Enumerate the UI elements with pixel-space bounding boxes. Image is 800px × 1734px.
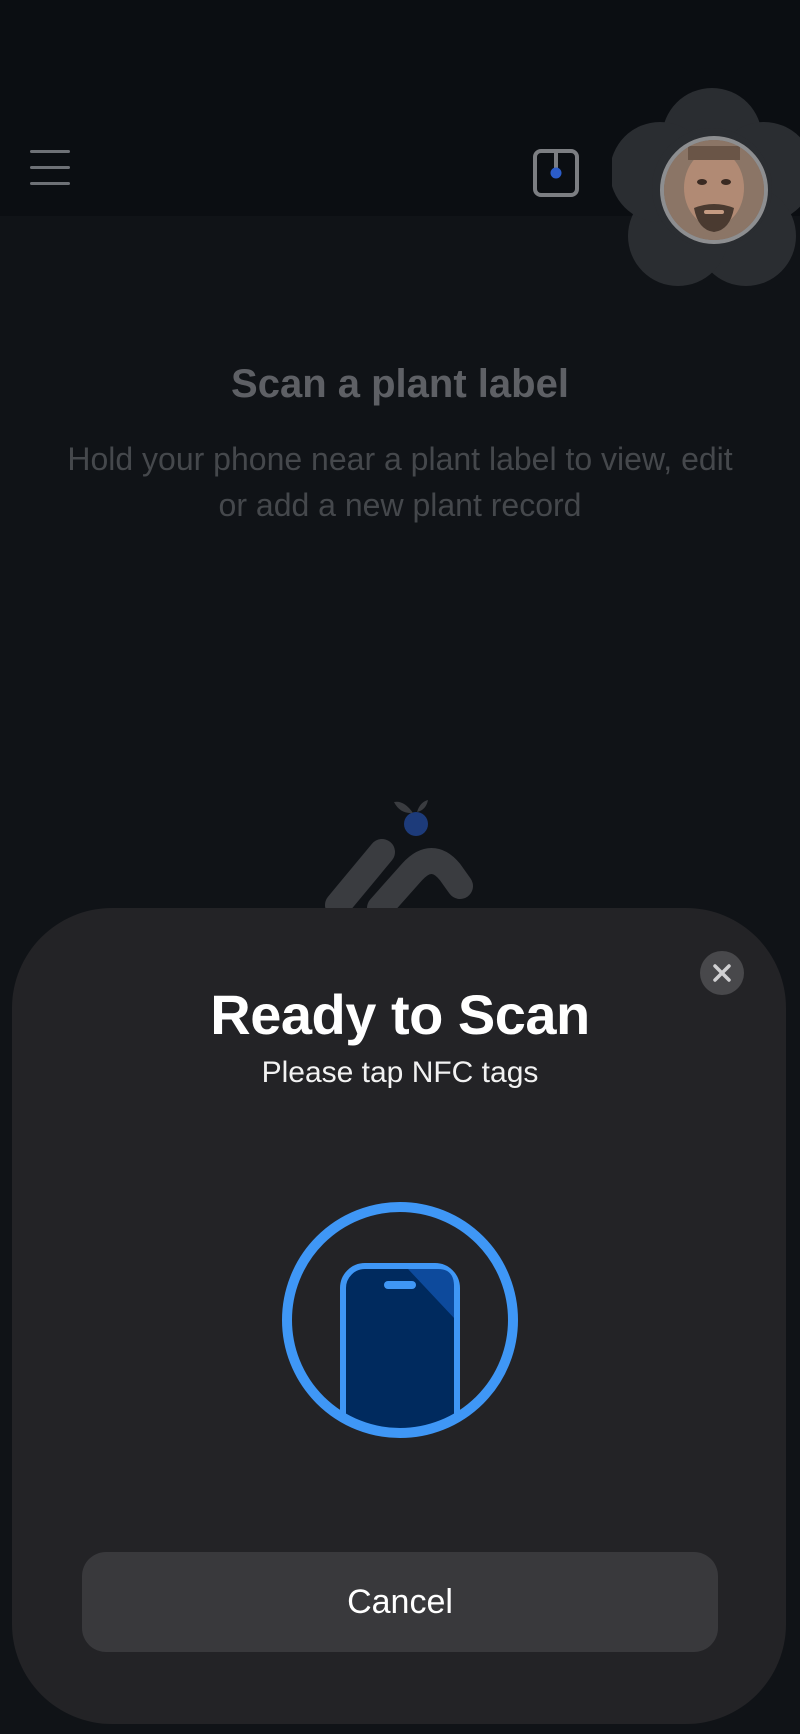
page-title: Scan a plant label — [231, 362, 569, 406]
nfc-scan-icon[interactable] — [532, 148, 580, 198]
sheet-title: Ready to Scan — [210, 983, 590, 1046]
avatar[interactable] — [660, 136, 768, 244]
page-description: Hold your phone near a plant label to vi… — [67, 441, 733, 523]
app-logo — [325, 800, 473, 910]
hamburger-menu-icon[interactable] — [30, 150, 70, 186]
phone-in-circle-icon — [282, 1202, 518, 1438]
avatar-photo — [664, 140, 764, 240]
cancel-button[interactable]: Cancel — [82, 1552, 718, 1652]
top-bar — [0, 0, 800, 286]
sheet-subtitle: Please tap NFC tags — [261, 1056, 539, 1089]
